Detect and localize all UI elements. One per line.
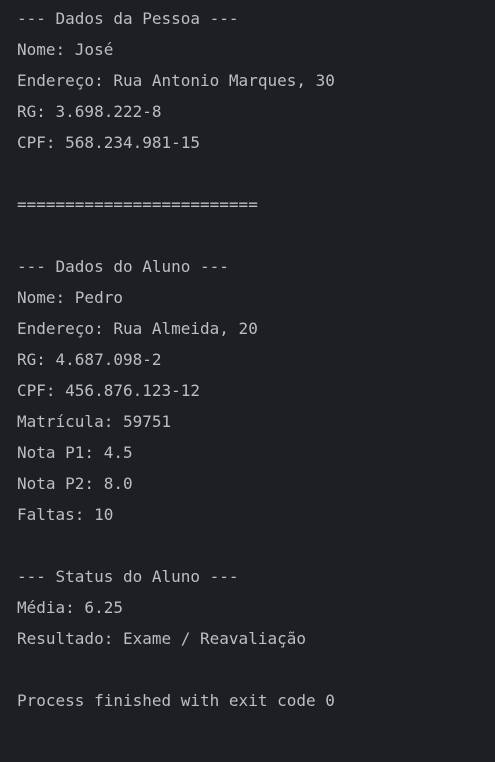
console-line-aluno-nota-p1: Nota P1: 4.5 [17, 443, 133, 462]
console-line-aluno-nota-p2: Nota P2: 8.0 [17, 474, 133, 493]
console-line-aluno-nome: Nome: Pedro [17, 288, 123, 307]
console-line-pessoa-rg: RG: 3.698.222-8 [17, 102, 162, 121]
console-line-aluno-header: --- Dados do Aluno --- [17, 257, 229, 276]
console-line-pessoa-nome: Nome: José [17, 40, 114, 59]
run-console-output[interactable]: --- Dados da Pessoa --- Nome: José Ender… [0, 0, 495, 762]
console-line-aluno-faltas: Faltas: 10 [17, 505, 114, 524]
console-line-aluno-matricula: Matrícula: 59751 [17, 412, 172, 431]
console-line-process-finished: Process finished with exit code 0 [17, 691, 335, 710]
console-line-separator: ========================= [17, 195, 258, 214]
console-line-aluno-endereco: Endereço: Rua Almeida, 20 [17, 319, 258, 338]
console-line-status-header: --- Status do Aluno --- [17, 567, 239, 586]
console-line-pessoa-header: --- Dados da Pessoa --- [17, 9, 239, 28]
console-line-aluno-rg: RG: 4.687.098-2 [17, 350, 162, 369]
console-line-status-media: Média: 6.25 [17, 598, 123, 617]
console-line-status-resultado: Resultado: Exame / Reavaliação [17, 629, 306, 648]
console-line-pessoa-endereco: Endereço: Rua Antonio Marques, 30 [17, 71, 335, 90]
console-line-aluno-cpf: CPF: 456.876.123-12 [17, 381, 201, 400]
console-line-pessoa-cpf: CPF: 568.234.981-15 [17, 133, 201, 152]
